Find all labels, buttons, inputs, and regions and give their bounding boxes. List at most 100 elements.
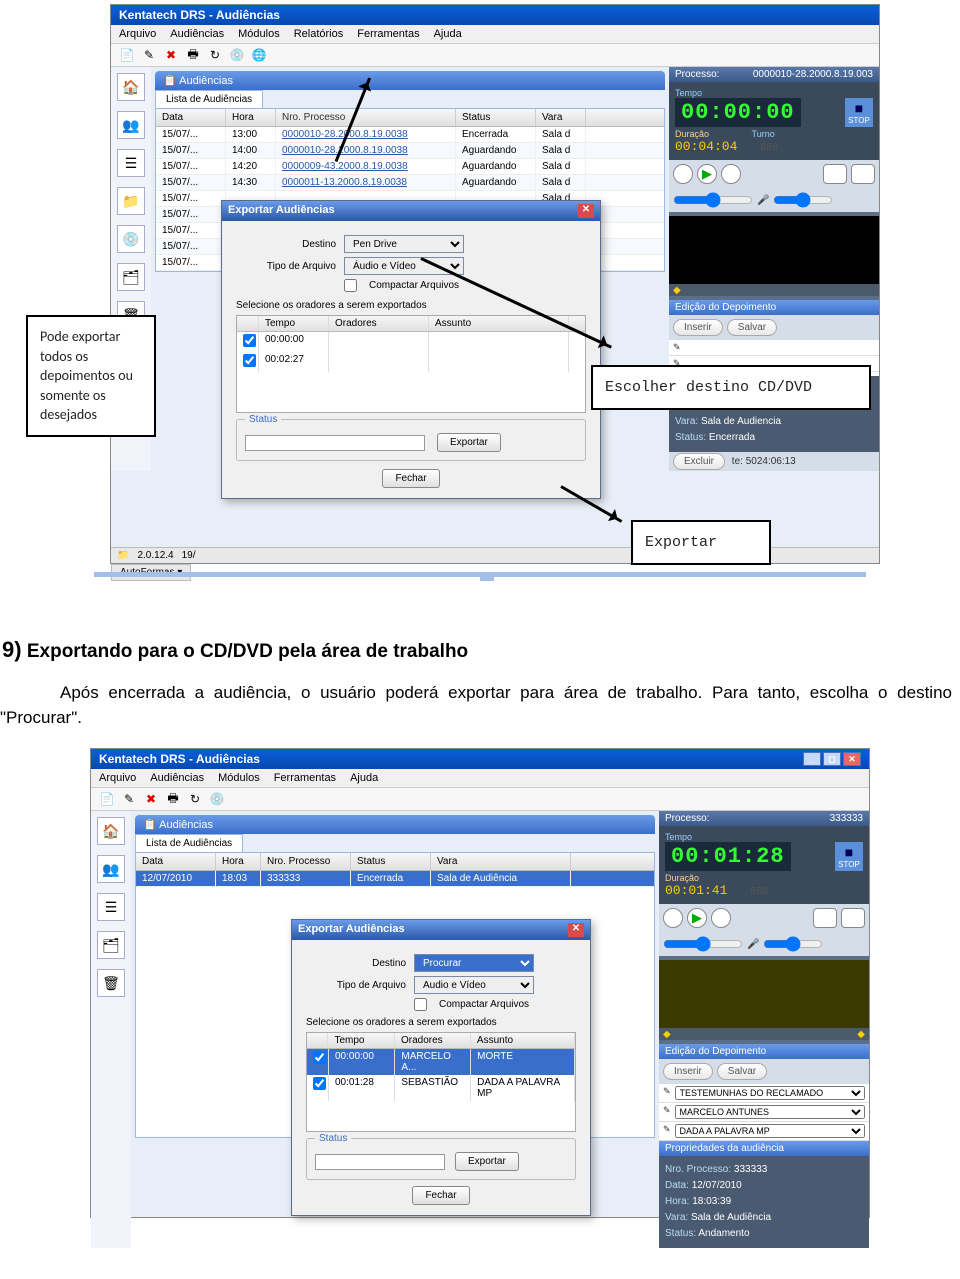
rew-button[interactable]: ◀◀ <box>823 164 847 184</box>
tb-cd-icon[interactable]: 💿 <box>209 791 225 807</box>
menu-ferramentas[interactable]: Ferramentas <box>357 28 419 40</box>
row-chk[interactable] <box>243 354 256 367</box>
inserir-button[interactable]: Inserir <box>663 1063 713 1080</box>
play-button[interactable]: ▶ <box>687 908 707 928</box>
ed-depo-title: Edição do Depoimento <box>659 1044 869 1059</box>
trash-icon[interactable]: 🗑 <box>97 969 125 997</box>
depo-select[interactable]: TESTEMUNHAS DO RECLAMADO <box>675 1086 865 1100</box>
table-row[interactable]: 15/07/...14:000000010-28.2000.8.19.0038A… <box>156 143 664 159</box>
card-icon[interactable]: 🗂 <box>97 931 125 959</box>
vol-slider[interactable] <box>673 192 753 208</box>
rew-button[interactable]: ◀◀ <box>813 908 837 928</box>
salvar-button[interactable]: Salvar <box>727 319 777 336</box>
close-icon[interactable]: ✕ <box>568 923 584 937</box>
depo-select[interactable]: MARCELO ANTUNES <box>675 1105 865 1119</box>
destino-label: Destino <box>236 239 336 250</box>
destino-select[interactable]: Procurar <box>414 954 534 972</box>
fechar-button[interactable]: Fechar <box>412 1186 469 1205</box>
exportar-button[interactable]: Exportar <box>437 433 501 452</box>
menu-audiencias[interactable]: Audiências <box>150 772 204 784</box>
callout-destino: Escolher destino CD/DVD <box>591 365 871 410</box>
table-row[interactable]: 12/07/2010 18:03 333333 Encerrada Sala d… <box>136 871 654 887</box>
menu-ajuda[interactable]: Ajuda <box>350 772 378 784</box>
col-hora[interactable]: Hora <box>216 853 261 870</box>
tab-lista[interactable]: Lista de Audiências <box>135 834 243 852</box>
salvar-button[interactable]: Salvar <box>717 1063 767 1080</box>
col-vara[interactable]: Vara <box>536 109 586 126</box>
tb-edit-icon[interactable]: ✎ <box>121 791 137 807</box>
tb-export-icon[interactable]: 🌐 <box>251 47 267 63</box>
tipo-select[interactable]: Áudio e Vídeo <box>344 257 464 275</box>
close-icon[interactable]: ✕ <box>578 204 594 218</box>
menu-ferramentas[interactable]: Ferramentas <box>274 772 336 784</box>
users-icon[interactable]: 👥 <box>117 111 145 139</box>
fechar-button[interactable]: Fechar <box>382 469 439 488</box>
destino-select[interactable]: Pen Drive <box>344 235 464 253</box>
row-chk[interactable] <box>313 1077 326 1090</box>
oradores-grid: TempoOradoresAssunto 00:00:00MARCELO A..… <box>306 1032 576 1132</box>
vol-slider[interactable] <box>663 936 743 952</box>
stop-button[interactable]: STOP <box>845 98 873 127</box>
tb-print-icon[interactable]: 🖶 <box>185 47 201 63</box>
list-icon[interactable]: ☰ <box>97 893 125 921</box>
min-button[interactable]: _ <box>803 752 821 766</box>
menu-arquivo[interactable]: Arquivo <box>99 772 136 784</box>
disc-icon[interactable]: 💿 <box>117 225 145 253</box>
fwd-button[interactable]: ▶▶ <box>851 164 875 184</box>
tb-edit-icon[interactable]: ✎ <box>141 47 157 63</box>
tb-refresh-icon[interactable]: ↻ <box>187 791 203 807</box>
inserir-button[interactable]: Inserir <box>673 319 723 336</box>
menu-audiencias[interactable]: Audiências <box>170 28 224 40</box>
menu-modulos[interactable]: Módulos <box>238 28 280 40</box>
tb-new-icon[interactable]: 📄 <box>119 47 135 63</box>
row-chk[interactable] <box>243 334 256 347</box>
tab-lista[interactable]: Lista de Audiências <box>155 90 263 108</box>
col-vara[interactable]: Vara <box>431 853 571 870</box>
pause-button[interactable]: ⏸ <box>711 908 731 928</box>
tb-delete-icon[interactable]: ✖ <box>143 791 159 807</box>
col-data[interactable]: Data <box>136 853 216 870</box>
menu-ajuda[interactable]: Ajuda <box>434 28 462 40</box>
menu-modulos[interactable]: Módulos <box>218 772 260 784</box>
menu-arquivo[interactable]: Arquivo <box>119 28 156 40</box>
list-icon[interactable]: ☰ <box>117 149 145 177</box>
compact-checkbox[interactable] <box>344 279 357 292</box>
mic-slider[interactable] <box>763 936 823 952</box>
row-chk[interactable] <box>313 1051 326 1064</box>
tb-refresh-icon[interactable]: ↻ <box>207 47 223 63</box>
close-button[interactable]: ✕ <box>843 752 861 766</box>
pause-button[interactable]: ⏸ <box>721 164 741 184</box>
menu-relatorios[interactable]: Relatórios <box>294 28 344 40</box>
col-data[interactable]: Data <box>156 109 226 126</box>
col-proc[interactable]: Nro. Processo <box>276 109 456 126</box>
col-hora[interactable]: Hora <box>226 109 276 126</box>
depo-select[interactable]: DADA A PALAVRA MP <box>675 1124 865 1138</box>
pen-icon: ✎ <box>663 1086 671 1100</box>
tb-delete-icon[interactable]: ✖ <box>163 47 179 63</box>
max-button[interactable]: ◻ <box>823 752 841 766</box>
fwd-button[interactable]: ▶▶ <box>841 908 865 928</box>
excluir-button[interactable]: Excluir <box>673 453 725 470</box>
card-icon[interactable]: 🗂 <box>117 263 145 291</box>
col-proc[interactable]: Nro. Processo <box>261 853 351 870</box>
tipo-select[interactable]: Audio e Vídeo <box>414 976 534 994</box>
users-icon[interactable]: 👥 <box>97 855 125 883</box>
play-button[interactable]: ▶ <box>697 164 717 184</box>
tb-cd-icon[interactable]: 💿 <box>229 47 245 63</box>
table-row[interactable]: 15/07/...13:000000010-28.2000.8.19.0038E… <box>156 127 664 143</box>
tb-print-icon[interactable]: 🖶 <box>165 791 181 807</box>
home-icon[interactable]: 🏠 <box>117 73 145 101</box>
table-row[interactable]: 15/07/...14:300000011-13.2000.8.19.0038A… <box>156 175 664 191</box>
mic-slider[interactable] <box>773 192 833 208</box>
table-row[interactable]: 15/07/...14:200000009-43.2000.8.19.0038A… <box>156 159 664 175</box>
home-icon[interactable]: 🏠 <box>97 817 125 845</box>
compact-checkbox[interactable] <box>414 998 427 1011</box>
col-status[interactable]: Status <box>351 853 431 870</box>
col-status[interactable]: Status <box>456 109 536 126</box>
exportar-button[interactable]: Exportar <box>455 1152 519 1171</box>
rec-button[interactable]: ● <box>673 164 693 184</box>
rec-button[interactable]: ● <box>663 908 683 928</box>
stop-button[interactable]: STOP <box>835 842 863 871</box>
tb-new-icon[interactable]: 📄 <box>99 791 115 807</box>
folder-icon[interactable]: 📁 <box>117 187 145 215</box>
